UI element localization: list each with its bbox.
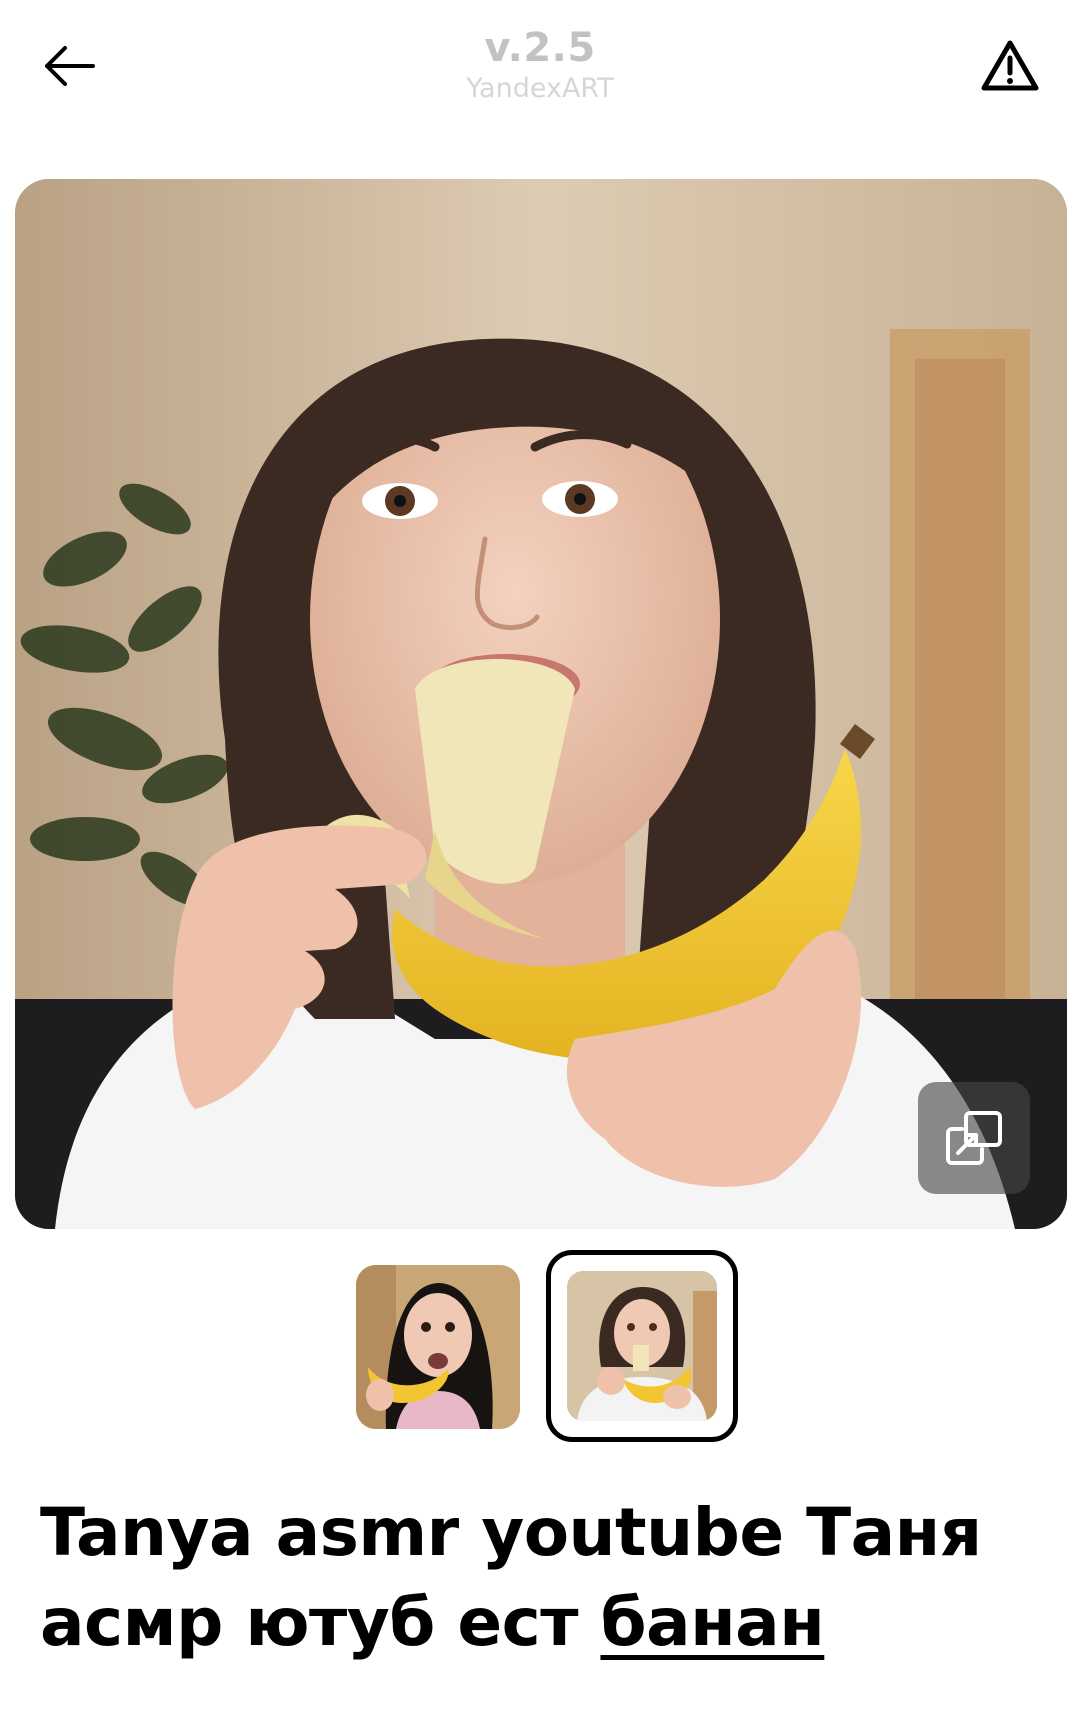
prompt-text: Tanya asmr youtube Таня асмр ютуб ест ба… (40, 1488, 1050, 1668)
thumbnail-variant-2[interactable] (567, 1271, 717, 1421)
thumbnail-image (567, 1271, 717, 1421)
prompt-text-main: Tanya asmr youtube Таня асмр ютуб ест (40, 1494, 982, 1661)
thumbnail-variant-1[interactable] (356, 1265, 520, 1429)
expand-image-button[interactable] (918, 1082, 1030, 1194)
thumbnail-variant-2-selected[interactable] (546, 1250, 738, 1442)
generated-image[interactable] (15, 179, 1067, 1229)
prompt-keyword-link[interactable]: банан (600, 1584, 824, 1661)
thumbnail-image (356, 1265, 520, 1429)
generated-image-illustration (15, 179, 1067, 1229)
warning-triangle-icon (981, 40, 1039, 91)
expand-copy-icon (946, 1111, 1002, 1165)
model-name: YandexART (466, 73, 614, 104)
top-bar: v.2.5 YandexART (0, 0, 1080, 150)
variant-thumbnails (0, 1250, 1080, 1445)
model-version: v.2.5 (484, 25, 596, 71)
report-button[interactable] (975, 34, 1045, 98)
header-title: v.2.5 YandexART (0, 22, 1080, 106)
